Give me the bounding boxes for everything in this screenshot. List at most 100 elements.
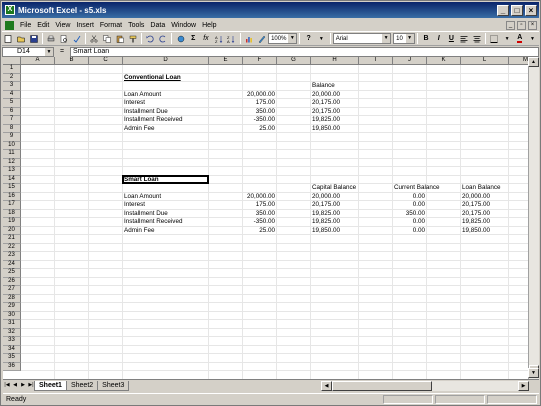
row-header[interactable]: 33 <box>3 337 21 346</box>
select-all-corner[interactable] <box>3 57 21 65</box>
row-header[interactable]: 22 <box>3 243 21 252</box>
doc-minimize-button[interactable]: _ <box>506 20 515 30</box>
row-header[interactable]: 1 <box>3 65 21 74</box>
row-header[interactable]: 26 <box>3 277 21 286</box>
align-left-icon[interactable] <box>459 33 470 44</box>
workbook-icon[interactable] <box>5 20 14 30</box>
column-header[interactable]: F <box>243 57 277 65</box>
cell-F17[interactable]: 175.00 <box>243 201 277 209</box>
chart-wizard-icon[interactable] <box>244 33 255 44</box>
doc-restore-button[interactable]: ▫ <box>517 20 526 30</box>
menu-file[interactable]: File <box>17 22 34 29</box>
cell-D19[interactable]: Installment Received <box>123 218 249 226</box>
drawing-icon[interactable] <box>256 33 267 44</box>
row-header[interactable]: 8 <box>3 124 21 133</box>
cell-H3[interactable]: Balance <box>311 82 399 90</box>
chevron-down-icon[interactable]: ▼ <box>527 33 538 44</box>
title-bar[interactable]: X Microsoft Excel - s5.xls _ □ × <box>2 2 539 18</box>
minimize-button[interactable]: _ <box>497 4 509 16</box>
close-button[interactable]: × <box>525 4 537 16</box>
spelling-icon[interactable] <box>71 33 82 44</box>
column-header[interactable]: H <box>311 57 359 65</box>
first-sheet-icon[interactable]: |◀ <box>3 381 11 390</box>
formula-input[interactable]: Smart Loan <box>70 46 539 57</box>
help-icon[interactable]: ? <box>303 33 314 44</box>
cell-D6[interactable]: Installment Due <box>123 108 249 116</box>
column-header[interactable]: E <box>209 57 243 65</box>
row-header[interactable]: 5 <box>3 99 21 108</box>
row-header[interactable]: 27 <box>3 286 21 295</box>
undo-icon[interactable] <box>145 33 156 44</box>
row-header[interactable]: 29 <box>3 303 21 312</box>
cell-J19[interactable]: 0.00 <box>393 218 427 226</box>
row-header[interactable]: 9 <box>3 133 21 142</box>
cell-F4[interactable]: 20,000.00 <box>243 91 277 99</box>
worksheet-grid[interactable]: ABCDEFGHIJKLMN12345678910111213141516171… <box>3 57 528 379</box>
cut-icon[interactable] <box>89 33 100 44</box>
new-icon[interactable] <box>3 33 14 44</box>
row-header[interactable]: 15 <box>3 184 21 193</box>
bold-icon[interactable]: B <box>421 33 432 44</box>
excel-app-icon[interactable]: X <box>5 5 15 15</box>
cell-H8[interactable]: 19,850.00 <box>311 125 399 133</box>
row-header[interactable]: 10 <box>3 141 21 150</box>
cell-H18[interactable]: 19,825.00 <box>311 210 399 218</box>
cell-L15[interactable]: Loan Balance <box>461 184 528 192</box>
font-color-icon[interactable]: A <box>514 33 525 44</box>
cell-D7[interactable]: Installment Received <box>123 116 249 124</box>
font-select[interactable]: Arial ▼ <box>332 33 392 44</box>
format-painter-icon[interactable] <box>127 33 138 44</box>
italic-icon[interactable]: I <box>433 33 444 44</box>
sheet-tab-sheet1[interactable]: Sheet1 <box>34 380 67 391</box>
cell-L20[interactable]: 19,850.00 <box>461 227 528 235</box>
cell-F6[interactable]: 350.00 <box>243 108 277 116</box>
cell-F16[interactable]: 20,000.00 <box>243 193 277 201</box>
menu-data[interactable]: Data <box>147 22 168 29</box>
name-box[interactable]: D14 ▼ <box>2 46 54 57</box>
sheet-tab-sheet2[interactable]: Sheet2 <box>65 380 99 391</box>
prev-sheet-icon[interactable]: ◀ <box>11 381 19 390</box>
row-header[interactable]: 36 <box>3 362 21 371</box>
row-header[interactable]: 11 <box>3 150 21 159</box>
column-header[interactable]: B <box>55 57 89 65</box>
row-header[interactable]: 2 <box>3 73 21 82</box>
chevron-down-icon[interactable]: ▼ <box>316 33 327 44</box>
menu-insert[interactable]: Insert <box>73 22 97 29</box>
cell-J16[interactable]: 0.00 <box>393 193 427 201</box>
cell-H20[interactable]: 19,850.00 <box>311 227 399 235</box>
cell-H4[interactable]: 20,000.00 <box>311 91 399 99</box>
save-icon[interactable] <box>28 33 39 44</box>
row-header[interactable]: 4 <box>3 90 21 99</box>
borders-icon[interactable] <box>489 33 500 44</box>
cell-F20[interactable]: 25.00 <box>243 227 277 235</box>
menu-help[interactable]: Help <box>199 22 219 29</box>
column-header[interactable]: D <box>123 57 209 65</box>
sort-ascending-icon[interactable]: AZ <box>213 33 224 44</box>
row-header[interactable]: 34 <box>3 345 21 354</box>
menu-tools[interactable]: Tools <box>125 22 147 29</box>
row-header[interactable]: 12 <box>3 158 21 167</box>
cell-L19[interactable]: 19,825.00 <box>461 218 528 226</box>
row-header[interactable]: 30 <box>3 311 21 320</box>
row-header[interactable]: 3 <box>3 82 21 91</box>
cell-D17[interactable]: Interest <box>123 201 249 209</box>
cell-H17[interactable]: 20,175.00 <box>311 201 399 209</box>
vertical-scrollbar[interactable]: ▲ ▼ <box>528 57 539 379</box>
cell-D20[interactable]: Admin Fee <box>123 227 249 235</box>
autosum-icon[interactable]: Σ <box>188 33 199 44</box>
column-header[interactable]: K <box>427 57 461 65</box>
underline-icon[interactable]: U <box>446 33 457 44</box>
row-header[interactable]: 21 <box>3 235 21 244</box>
row-header[interactable]: 6 <box>3 107 21 116</box>
column-header[interactable]: G <box>277 57 311 65</box>
cell-H6[interactable]: 20,175.00 <box>311 108 399 116</box>
cell-D4[interactable]: Loan Amount <box>123 91 249 99</box>
column-header[interactable]: J <box>393 57 427 65</box>
scroll-down-icon[interactable]: ▼ <box>528 368 539 378</box>
row-header[interactable]: 18 <box>3 209 21 218</box>
column-header[interactable]: M <box>509 57 528 65</box>
cell-D8[interactable]: Admin Fee <box>123 125 249 133</box>
cell-J15[interactable]: Current Balance <box>393 184 467 192</box>
function-icon[interactable]: fx <box>201 33 212 44</box>
scroll-up-icon[interactable]: ▲ <box>528 57 539 67</box>
